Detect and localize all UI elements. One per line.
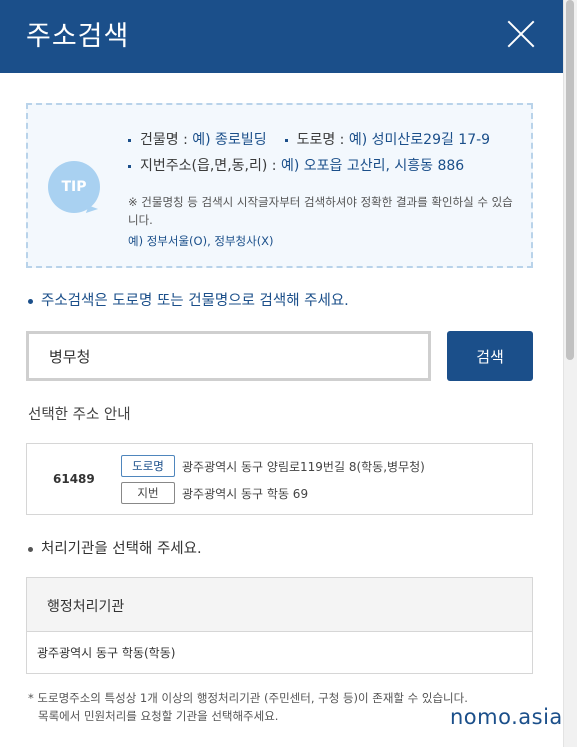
- search-button[interactable]: 검색: [447, 331, 533, 381]
- search-guide: 주소검색은 도로명 또는 건물명으로 검색해 주세요.: [28, 289, 349, 310]
- search-guide-text: 주소검색은 도로명 또는 건물명으로 검색해 주세요.: [41, 293, 349, 309]
- bullet-icon: [28, 546, 33, 552]
- scrollbar-thumb[interactable]: [566, 0, 574, 360]
- search-input[interactable]: [26, 331, 431, 381]
- tip-jibun-label: 지번주소(읍,면,동,리) :: [140, 158, 281, 174]
- tip-example: 예) 정부서울(O), 정부청사(X): [128, 234, 274, 248]
- tip-building-example: 예) 종로빌딩: [192, 132, 267, 148]
- page-title: 주소검색: [26, 21, 130, 52]
- road-address-tag: 도로명: [121, 455, 175, 477]
- tip-line-building-road: 건물명 : 예) 종로빌딩 도로명 : 예) 성미산로29길 17-9: [128, 129, 490, 149]
- selected-address-box: 61489 도로명 광주광역시 동구 양림로119번길 8(학동,병무청) 지번…: [26, 443, 533, 515]
- tip-line-jibun: 지번주소(읍,면,동,리) : 예) 오포읍 고산리, 시흥동 886: [128, 155, 464, 175]
- agency-table-header: 행정처리기관: [27, 578, 532, 632]
- agency-table: 행정처리기관 광주광역시 동구 학동(학동): [26, 577, 533, 674]
- tip-box: TIP 건물명 : 예) 종로빌딩 도로명 : 예) 성미산로29길 17-9 지…: [26, 103, 533, 268]
- agency-guide: 처리기관을 선택해 주세요.: [28, 537, 202, 558]
- close-icon[interactable]: [504, 17, 538, 51]
- jibun-address-tag: 지번: [121, 482, 175, 504]
- agency-row-label: 광주광역시 동구 학동(학동): [37, 646, 176, 660]
- watermark: nomo.asia: [450, 705, 563, 729]
- tip-badge: TIP: [48, 161, 100, 213]
- zipcode: 61489: [53, 472, 95, 486]
- tip-road-label: 도로명 :: [296, 132, 349, 148]
- bullet-icon: [128, 138, 131, 142]
- jibun-address: 광주광역시 동구 학동 69: [182, 487, 309, 501]
- tip-note: ※ 건물명칭 등 검색시 시작글자부터 검색하셔야 정확한 결과를 확인하실 수…: [128, 195, 513, 227]
- selected-address-label: 선택한 주소 안내: [28, 407, 131, 423]
- bullet-icon: [284, 138, 288, 142]
- agency-guide-text: 처리기관을 선택해 주세요.: [41, 541, 202, 557]
- header-bar: 주소검색: [0, 0, 563, 73]
- agency-header-label: 행정처리기관: [47, 599, 125, 615]
- tip-jibun-example: 예) 오포읍 고산리, 시흥동 886: [280, 158, 465, 174]
- road-address: 광주광역시 동구 양림로119번길 8(학동,병무청): [182, 460, 425, 474]
- tip-road-example: 예) 성미산로29길 17-9: [348, 132, 491, 148]
- agency-row[interactable]: 광주광역시 동구 학동(학동): [27, 633, 532, 673]
- bullet-icon: [128, 164, 131, 168]
- tip-building-label: 건물명 :: [140, 132, 193, 148]
- bullet-icon: [28, 298, 33, 304]
